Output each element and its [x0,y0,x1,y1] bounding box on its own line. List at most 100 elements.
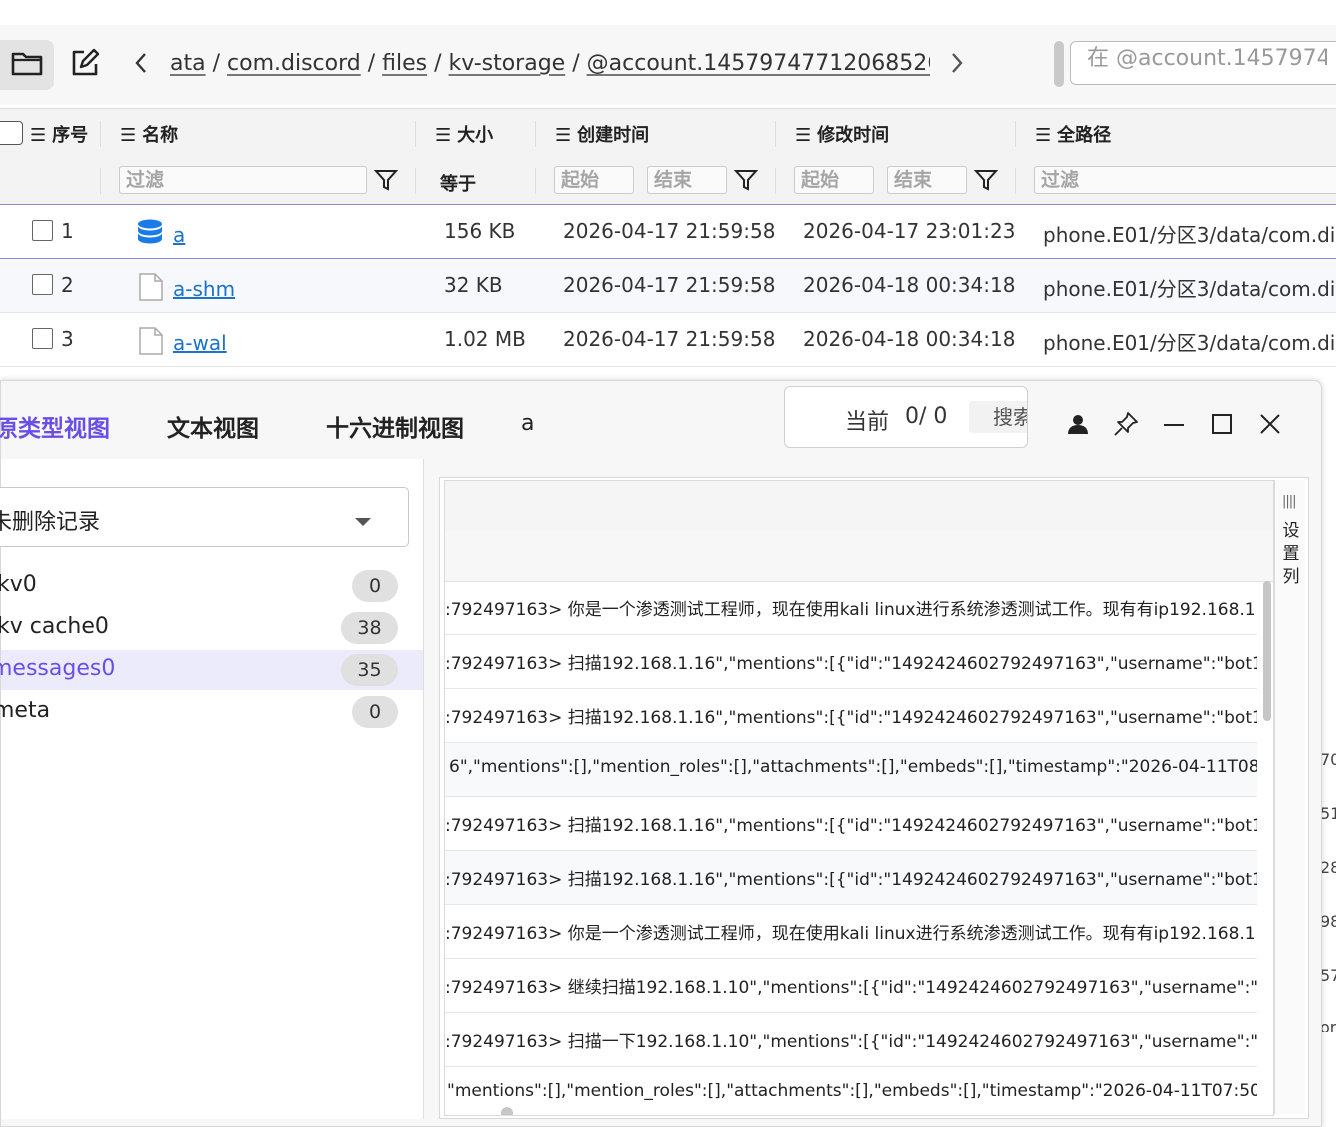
column-header-path[interactable]: ☰ 全路径 [1035,121,1111,147]
record-count-badge: 38 [341,612,398,644]
background-cell: 98 [1320,912,1336,931]
row-index: 3 [61,327,74,351]
record-row[interactable]: :792497163> 扫描192.168.1.16","mentions":[… [445,635,1257,689]
user-icon[interactable] [1063,409,1093,439]
record-row[interactable]: "mentions":[],"mention_roles":[],"attach… [445,1067,1257,1115]
top-toolbar: ata / com.discord / files / kv-storage / @accoun… [0,25,1336,105]
search-input[interactable] [1071,42,1336,75]
record-cell: :792497163> 你是一个渗透测试工程师，现在使用kali linux进行… [445,600,1257,620]
filter-icon[interactable] [733,168,759,192]
nav-back-button[interactable] [126,47,156,83]
edit-button[interactable] [62,40,108,90]
column-header-modified[interactable]: ☰ 修改时间 [795,121,889,147]
search-button[interactable]: 搜索 [969,401,1027,433]
table-row[interactable]: 3 a-wal 1.02 MB 2026-04-17 21:59:58 2026… [0,313,1336,367]
column-header-index[interactable]: ☰ 序号 [30,121,88,147]
record-row[interactable]: :792497163> 扫描192.168.1.16","mentions":[… [445,851,1257,905]
table-row[interactable]: 1 a 156 KB 2026-04-17 21:59:58 2026-04-1… [0,205,1336,259]
record-cell: "mentions":[],"mention_roles":[],"attach… [447,1081,1257,1101]
minimize-icon[interactable] [1159,409,1189,439]
filter-icon[interactable] [973,168,999,192]
breadcrumb-item[interactable]: @account.1457974771206852664 [587,51,930,76]
breadcrumb-item[interactable]: files [382,51,427,76]
tab-hex-view[interactable]: 十六进制视图 [326,409,464,443]
breadcrumb-item[interactable]: kv-storage [449,51,566,76]
row-index: 2 [61,273,74,297]
record-row[interactable]: :792497163> 你是一个渗透测试工程师，现在使用kali linux进行… [445,905,1257,959]
grid-header [445,481,1273,532]
record-row[interactable]: :792497163> 你是一个渗透测试工程师，现在使用kali linux进行… [445,581,1257,635]
select-all-checkbox[interactable] [0,121,23,145]
column-header-label: 大小 [457,125,494,146]
maximize-icon[interactable] [1207,409,1237,439]
modified-end-input[interactable]: 结束 [887,166,967,194]
db-table-item[interactable]: kv0 0 [0,566,423,606]
row-checkbox[interactable] [32,220,53,241]
column-divider [100,168,101,194]
record-count-badge: 0 [352,696,398,728]
close-icon[interactable] [1255,409,1285,439]
search-field[interactable] [1070,41,1336,85]
created-start-input[interactable]: 起始 [554,166,634,194]
record-cell: 6","mentions":[],"mention_roles":[],"att… [449,757,1257,777]
tab-text-view[interactable]: 文本视图 [167,409,259,443]
breadcrumb-item[interactable]: ata [170,51,206,76]
file-name-link[interactable]: a [173,223,185,247]
horizontal-scrollbar-thumb[interactable] [501,1107,513,1115]
tab-native-view[interactable]: 原类型视图 [0,409,110,443]
record-cell: :792497163> 扫描一下192.168.1.10","mentions"… [445,1032,1257,1052]
column-settings-label: 设置列 [1282,521,1300,587]
column-header-name[interactable]: ☰ 名称 [120,121,178,147]
record-row[interactable]: :792497163> 扫描192.168.1.16","mentions":[… [445,689,1257,743]
breadcrumb-scroll-handle[interactable] [1054,41,1064,87]
record-row[interactable]: :792497163> 扫描一下192.168.1.10","mentions"… [445,1013,1257,1067]
record-row[interactable]: :792497163> 扫描192.168.1.16","mentions":[… [445,797,1257,851]
pin-icon[interactable] [1111,409,1141,439]
size-filter-mode[interactable]: 等于 [440,170,476,196]
column-header-size[interactable]: ☰ 大小 [435,121,493,147]
db-table-item[interactable]: meta 0 [0,692,423,732]
chevron-left-icon [134,52,148,78]
full-path: phone.E01/分区3/data/com.disc [1043,277,1336,301]
name-filter-input[interactable]: 过滤 [119,166,367,194]
breadcrumb-separator: / [572,51,580,76]
file-name-link[interactable]: a-wal [173,331,227,355]
column-divider[interactable] [100,121,101,147]
db-table-name: kv cache0 [0,614,109,639]
records-grid: :792497163> 你是一个渗透测试工程师，现在使用kali linux进行… [444,480,1274,1116]
created-time: 2026-04-17 21:59:58 [563,219,776,243]
record-cell: :792497163> 扫描192.168.1.16","mentions":[… [445,870,1257,890]
db-table-item-selected[interactable]: messages0 35 [0,650,423,690]
record-type-dropdown[interactable]: 未删除记录 [0,487,409,547]
row-checkbox[interactable] [32,328,53,349]
table-row[interactable]: 2 a-shm 32 KB 2026-04-17 21:59:58 2026-0… [0,259,1336,313]
record-cell: :792497163> 继续扫描192.168.1.10","mentions"… [445,978,1257,998]
menu-icon: ☰ [435,125,452,146]
file-name-link[interactable]: a-shm [173,277,235,301]
column-divider[interactable] [1015,121,1016,147]
record-row[interactable]: 6","mentions":[],"mention_roles":[],"att… [445,743,1257,797]
modified-time: 2026-04-18 00:34:18 [803,273,1016,297]
open-folder-button[interactable] [0,40,54,90]
record-cell: :792497163> 扫描192.168.1.16","mentions":[… [445,654,1257,674]
column-divider[interactable] [535,121,536,147]
created-end-input[interactable]: 结束 [647,166,727,194]
column-divider[interactable] [415,121,416,147]
column-divider[interactable] [775,121,776,147]
db-table-item[interactable]: kv cache0 38 [0,608,423,648]
modified-start-input[interactable]: 起始 [794,166,874,194]
filter-icon[interactable] [373,168,399,192]
row-checkbox[interactable] [32,274,53,295]
file-size: 1.02 MB [444,327,526,351]
caret-down-icon [354,512,372,531]
created-time: 2026-04-17 21:59:58 [563,273,776,297]
breadcrumb-item[interactable]: com.discord [227,51,361,76]
columns-icon: |||| [1282,494,1296,509]
breadcrumb: ata / com.discord / files / kv-storage / @accoun… [170,51,930,83]
record-row[interactable]: :792497163> 继续扫描192.168.1.10","mentions"… [445,959,1257,1013]
column-header-created[interactable]: ☰ 创建时间 [555,121,649,147]
vertical-scrollbar-thumb[interactable] [1263,581,1271,721]
column-settings-button[interactable]: |||| 设置列 [1274,480,1305,1114]
nav-forward-button[interactable] [942,47,972,83]
path-filter-input[interactable]: 过滤 [1034,166,1336,194]
